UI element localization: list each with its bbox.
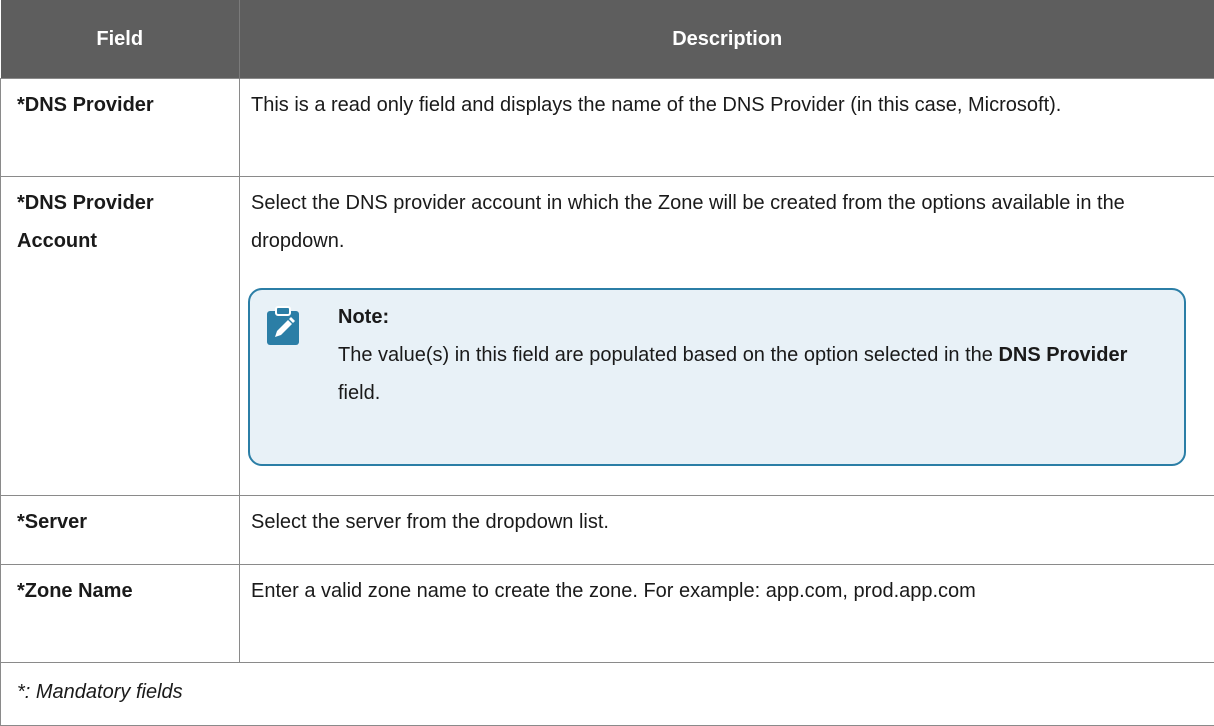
mandatory-fields-note: *: Mandatory fields [1,663,1214,726]
field-description: Select the server from the dropdown list… [240,496,1214,565]
table-row: *DNS Provider This is a read only field … [1,79,1214,177]
note-pencil-icon [266,306,300,346]
field-description: Enter a valid zone name to create the zo… [240,565,1214,663]
header-description: Description [240,0,1214,79]
header-field: Field [1,0,240,79]
note-title: Note: [338,298,1164,336]
table-row: *Server Select the server from the dropd… [1,496,1214,565]
fields-table: Field Description *DNS Provider This is … [0,0,1214,726]
field-name: *DNS Provider [1,79,240,177]
field-description: This is a read only field and displays t… [240,79,1214,177]
fields-table-container: Field Description *DNS Provider This is … [0,0,1214,725]
note-body: The value(s) in this field are populated… [338,344,1127,404]
table-row: *Zone Name Enter a valid zone name to cr… [1,565,1214,663]
table-body: *DNS Provider This is a read only field … [1,79,1214,726]
field-description-cell: Select the DNS provider account in which… [240,177,1214,496]
note-bold-field: DNS Provider [998,344,1127,366]
table-header: Field Description [1,0,1214,79]
table-row: *DNS Provider Account Select the DNS pro… [1,177,1214,496]
field-name: *Zone Name [1,565,240,663]
note-callout: Note: The value(s) in this field are pop… [248,288,1186,466]
note-text-after: field. [338,382,380,404]
header-row: Field Description [1,0,1214,79]
note-text-before: The value(s) in this field are populated… [338,344,998,366]
field-name: *DNS Provider Account [1,177,240,496]
field-description: Select the DNS provider account in which… [251,192,1125,252]
field-name: *Server [1,496,240,565]
footer-row: *: Mandatory fields [1,663,1214,726]
